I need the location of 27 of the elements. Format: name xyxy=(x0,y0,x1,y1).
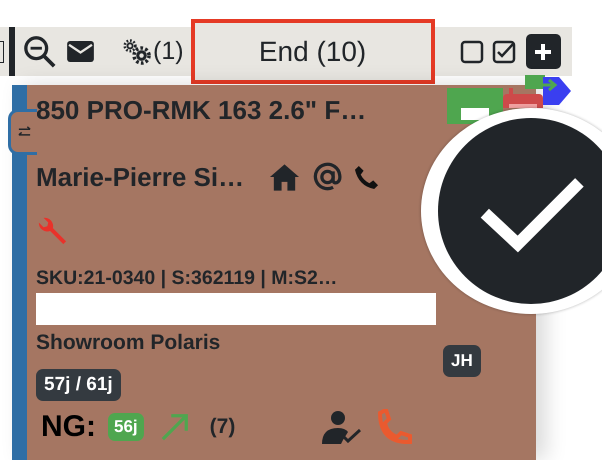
end-button[interactable]: End (10) xyxy=(190,19,435,84)
checkbox-icon[interactable] xyxy=(460,40,484,64)
count-text: (7) xyxy=(210,415,236,439)
filter-count: (1) xyxy=(153,37,184,66)
phone-icon[interactable] xyxy=(354,164,380,190)
ng-label: NG: xyxy=(41,410,96,444)
at-sign-icon[interactable] xyxy=(311,162,344,192)
envelope-icon[interactable] xyxy=(67,41,94,62)
wrench-icon xyxy=(36,215,68,247)
sku-line: SKU:21-0340 | S:362119 | M:S2… xyxy=(36,267,338,290)
plus-icon xyxy=(533,42,554,62)
checked-box-icon[interactable] xyxy=(492,40,516,64)
location-text: Showroom Polaris xyxy=(36,331,222,355)
customer-name: Marie-Pierre Si… xyxy=(36,162,244,192)
house-icon[interactable] xyxy=(268,162,302,192)
duration-badge: 57j / 61j xyxy=(36,369,121,401)
gears-icon[interactable] xyxy=(123,38,153,64)
ng-days-badge: 56j xyxy=(108,413,144,441)
move-arrows-icon[interactable] xyxy=(525,75,571,107)
person-check-icon[interactable] xyxy=(321,410,362,444)
add-button[interactable] xyxy=(526,34,561,69)
assignee-initials: JH xyxy=(443,345,481,377)
calendar-icon[interactable] xyxy=(447,88,503,124)
card-title: 850 PRO-RMK 163 2.6" F… xyxy=(36,94,366,126)
up-right-arrow-icon xyxy=(160,412,190,442)
zoom-out-icon[interactable] xyxy=(23,34,57,68)
swap-handle[interactable] xyxy=(8,109,37,155)
